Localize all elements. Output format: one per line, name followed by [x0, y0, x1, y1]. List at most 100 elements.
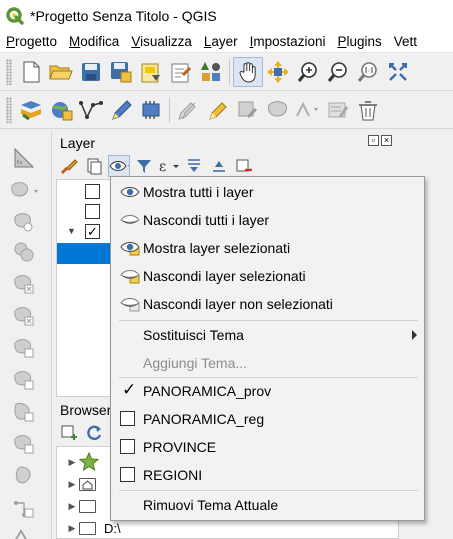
rotate-point-symbols-button[interactable]: [10, 494, 38, 522]
menu-item-remove-current-theme[interactable]: Rimuovi Tema Attuale: [112, 491, 423, 519]
menu-item-theme-panoramica-reg[interactable]: PANORAMICA_reg: [112, 405, 423, 433]
expand-arrow-icon[interactable]: ▶: [65, 523, 79, 534]
simplify-button[interactable]: [10, 522, 38, 539]
current-edits-button[interactable]: [173, 95, 203, 125]
star-icon: [79, 452, 99, 472]
modify-attributes-button[interactable]: [323, 95, 353, 125]
filter-legend-button[interactable]: [133, 155, 155, 177]
close-panel-button[interactable]: ×: [381, 135, 392, 146]
pan-map-button[interactable]: [233, 56, 263, 87]
menu-item-show-all-layers[interactable]: Mostra tutti i layer: [112, 178, 423, 206]
measure-button[interactable]: [10, 144, 38, 172]
remove-layer-button[interactable]: [233, 155, 255, 177]
delete-part-button[interactable]: [10, 302, 38, 330]
layers-panel-title: Layer: [60, 135, 96, 151]
processing-button[interactable]: [136, 95, 166, 125]
title-bar: *Progetto Senza Titolo - QGIS: [0, 0, 453, 31]
toggle-editing-button[interactable]: [203, 95, 233, 125]
save-edits-button[interactable]: [233, 95, 263, 125]
zoom-full-button[interactable]: [383, 57, 413, 87]
filter-by-expression-button[interactable]: ε: [158, 155, 180, 177]
zoom-in-button[interactable]: [293, 57, 323, 87]
browser-item-root[interactable]: ▶: [57, 495, 104, 517]
add-selected-layers-button[interactable]: [58, 422, 80, 444]
menu-item-replace-theme[interactable]: Sostituisci Tema: [112, 321, 423, 349]
browser-item-home[interactable]: ▶: [57, 473, 104, 495]
menu-plugins[interactable]: Plugins: [331, 34, 387, 49]
add-vector-layer-button[interactable]: [76, 95, 106, 125]
menu-progetto[interactable]: Progetto: [0, 34, 63, 49]
add-layer-icon: [52, 101, 73, 120]
expand-arrow-icon[interactable]: ▶: [65, 457, 79, 468]
new-print-layout-button[interactable]: [136, 57, 166, 87]
menu-item-hide-selected-layers[interactable]: Nascondi layer selezionati: [112, 262, 423, 290]
delete-ring-button[interactable]: [10, 270, 38, 298]
vertex-tool-button[interactable]: [293, 95, 323, 125]
menu-item-hide-all-layers[interactable]: Nascondi tutti i layer: [112, 206, 423, 234]
expand-arrow-icon[interactable]: ▶: [65, 479, 79, 490]
delete-part-icon: [14, 307, 34, 326]
menu-item-theme-regioni[interactable]: REGIONI: [112, 461, 423, 489]
add-part-button[interactable]: [10, 208, 38, 236]
layer-visibility-checkbox[interactable]: [85, 204, 100, 219]
fill-ring-button[interactable]: [10, 238, 38, 266]
merge-features-button[interactable]: [10, 462, 38, 490]
float-panel-button[interactable]: ▫: [368, 135, 379, 146]
style-panel-button[interactable]: [58, 155, 80, 177]
menu-visualizza[interactable]: Visualizza: [125, 34, 198, 49]
layer-visibility-checkbox[interactable]: [85, 184, 100, 199]
vector-vertex-icon: [79, 100, 103, 119]
add-layer-button[interactable]: [46, 95, 76, 125]
new-project-button[interactable]: [16, 57, 46, 87]
add-group-button[interactable]: [83, 155, 105, 177]
menu-bar: Progetto Modifica Visualizza Layer Impos…: [0, 31, 453, 53]
browser-item-favorites[interactable]: ▶: [57, 451, 99, 473]
menu-item-show-selected-layers[interactable]: Mostra layer selezionati: [112, 234, 423, 262]
collapse-all-button[interactable]: [208, 155, 230, 177]
menu-impostazioni[interactable]: Impostazioni: [244, 34, 332, 49]
style-manager-button[interactable]: [196, 57, 226, 87]
add-ring-button[interactable]: [10, 177, 38, 205]
save-as-button[interactable]: [106, 57, 136, 87]
zoom-native-button[interactable]: [353, 57, 383, 87]
data-source-manager-button[interactable]: [16, 95, 46, 125]
style-manager-icon: [201, 61, 220, 81]
theme-checkbox[interactable]: [120, 467, 135, 482]
manage-themes-button[interactable]: [108, 155, 130, 177]
refresh-button[interactable]: [83, 422, 105, 444]
theme-checkbox[interactable]: [120, 411, 135, 426]
save-project-button[interactable]: [76, 57, 106, 87]
offset-curve-button[interactable]: [10, 366, 38, 394]
theme-checkbox[interactable]: [120, 439, 135, 454]
digitize-button[interactable]: [106, 95, 136, 125]
split-features-button[interactable]: [10, 398, 38, 426]
menu-item-theme-province[interactable]: PROVINCE: [112, 433, 423, 461]
zoom-out-button[interactable]: [323, 57, 353, 87]
expand-arrow-icon[interactable]: ▶: [65, 501, 79, 512]
collapse-all-icon: [213, 161, 225, 172]
layout-manager-button[interactable]: [166, 57, 196, 87]
zoom-out-icon: [327, 61, 347, 82]
menu-vettore[interactable]: Vett: [388, 34, 423, 49]
checkmark-icon: ✓: [122, 380, 137, 399]
toolbar-grip[interactable]: [6, 96, 12, 123]
split-parts-button[interactable]: [10, 430, 38, 458]
folder-icon: [79, 521, 96, 535]
reshape-button[interactable]: [10, 334, 38, 362]
expand-arrow-icon[interactable]: ▼: [67, 226, 76, 236]
toolbar-grip[interactable]: [6, 58, 12, 85]
menu-item-theme-panoramica-prov[interactable]: ✓ PANORAMICA_prov: [112, 377, 423, 405]
menu-modifica[interactable]: Modifica: [63, 34, 125, 49]
menu-layer[interactable]: Layer: [198, 34, 244, 49]
pencil-edit-icon: [209, 101, 227, 120]
menu-item-hide-deselected-layers[interactable]: Nascondi layer non selezionati: [112, 290, 423, 318]
layer-visibility-checkbox[interactable]: ✓: [85, 224, 100, 239]
toolbar-separator: [169, 96, 170, 123]
pan-to-selection-button[interactable]: [263, 57, 293, 87]
expand-all-button[interactable]: [183, 155, 205, 177]
delete-selected-button[interactable]: [353, 95, 383, 125]
theme-checked-checkbox[interactable]: ✓: [120, 380, 137, 399]
open-project-button[interactable]: [46, 57, 76, 87]
add-feature-button[interactable]: [263, 95, 293, 125]
print-layout-icon: [141, 63, 160, 82]
